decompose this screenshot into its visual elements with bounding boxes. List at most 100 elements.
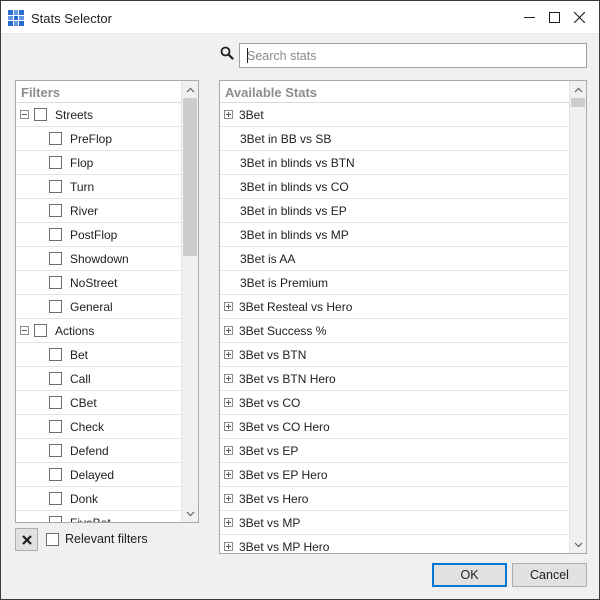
expand-icon[interactable] [224, 110, 233, 119]
filter-group-row[interactable]: Streets [16, 103, 182, 127]
filter-item-row[interactable]: Call [16, 367, 182, 391]
stat-row[interactable]: 3Bet vs BTN Hero [220, 367, 570, 391]
relevant-filters-checkbox[interactable] [46, 533, 59, 546]
maximize-button[interactable] [541, 1, 567, 34]
filter-item-row[interactable]: PostFlop [16, 223, 182, 247]
filter-checkbox[interactable] [49, 300, 62, 313]
expand-icon[interactable] [224, 326, 233, 335]
stat-row[interactable]: 3Bet vs EP Hero [220, 463, 570, 487]
expand-icon[interactable] [224, 302, 233, 311]
scroll-thumb[interactable] [183, 98, 197, 256]
filter-checkbox[interactable] [49, 132, 62, 145]
filter-group-label: Actions [55, 323, 95, 338]
scroll-up-arrow[interactable] [570, 81, 586, 98]
filter-item-row[interactable]: Check [16, 415, 182, 439]
stat-label: 3Bet Resteal vs Hero [239, 299, 353, 314]
stat-row[interactable]: 3Bet is AA [220, 247, 570, 271]
clear-filters-button[interactable] [15, 528, 38, 551]
grid-app-icon [8, 10, 24, 26]
filter-item-label: Delayed [70, 467, 115, 482]
stat-row[interactable]: 3Bet Success % [220, 319, 570, 343]
stat-row[interactable]: 3Bet in blinds vs BTN [220, 151, 570, 175]
available-stats-panel: Available Stats 3Bet 3Bet in BB vs SB 3Bet… [219, 80, 587, 554]
expand-icon[interactable] [224, 542, 233, 551]
close-button[interactable] [566, 1, 592, 34]
filter-checkbox[interactable] [34, 324, 47, 337]
ok-button[interactable]: OK [432, 563, 507, 587]
expand-icon[interactable] [224, 350, 233, 359]
filter-checkbox[interactable] [49, 396, 62, 409]
expand-icon[interactable] [224, 518, 233, 527]
filter-item-label: Check [70, 419, 105, 434]
filters-scrollbar[interactable] [181, 81, 198, 522]
filter-checkbox[interactable] [49, 492, 62, 505]
filter-checkbox[interactable] [49, 204, 62, 217]
filter-checkbox[interactable] [49, 516, 62, 522]
stat-row[interactable]: 3Bet vs MP [220, 511, 570, 535]
filter-checkbox[interactable] [49, 372, 62, 385]
stat-label: 3Bet is Premium [240, 275, 329, 290]
filter-checkbox[interactable] [49, 444, 62, 457]
stat-row[interactable]: 3Bet vs MP Hero [220, 535, 570, 553]
stat-row[interactable]: 3Bet vs BTN [220, 343, 570, 367]
stat-row[interactable]: 3Bet in BB vs SB [220, 127, 570, 151]
search-input[interactable] [239, 43, 587, 68]
scroll-down-arrow[interactable] [570, 536, 586, 553]
filter-item-row[interactable]: River [16, 199, 182, 223]
collapse-icon[interactable] [20, 110, 29, 119]
filters-panel: Filters Streets PreFlop Flop Turn River PostF… [15, 80, 199, 523]
cancel-button[interactable]: Cancel [512, 563, 587, 587]
filter-item-row[interactable]: FiveBet [16, 511, 182, 522]
scroll-thumb[interactable] [571, 98, 585, 107]
filter-checkbox[interactable] [49, 252, 62, 265]
expand-icon[interactable] [224, 470, 233, 479]
stat-row[interactable]: 3Bet in blinds vs CO [220, 175, 570, 199]
expand-icon[interactable] [224, 422, 233, 431]
stat-row[interactable]: 3Bet is Premium [220, 271, 570, 295]
stat-label: 3Bet Success % [239, 323, 327, 338]
filter-item-label: CBet [70, 395, 97, 410]
filter-item-row[interactable]: Flop [16, 151, 182, 175]
search-icon [220, 46, 234, 60]
filter-item-row[interactable]: Turn [16, 175, 182, 199]
scroll-down-arrow[interactable] [182, 505, 198, 522]
chevron-up-icon [186, 87, 195, 92]
filter-item-row[interactable]: PreFlop [16, 127, 182, 151]
expand-icon[interactable] [224, 398, 233, 407]
available-stats-list: 3Bet 3Bet in BB vs SB 3Bet in blinds vs BT… [220, 103, 570, 553]
filter-item-row[interactable]: NoStreet [16, 271, 182, 295]
expand-icon[interactable] [224, 446, 233, 455]
stat-label: 3Bet in blinds vs MP [240, 227, 349, 242]
expand-icon[interactable] [224, 494, 233, 503]
filter-checkbox[interactable] [34, 108, 47, 121]
stat-row[interactable]: 3Bet vs EP [220, 439, 570, 463]
filter-item-row[interactable]: Delayed [16, 463, 182, 487]
filter-item-row[interactable]: Donk [16, 487, 182, 511]
stat-row[interactable]: 3Bet Resteal vs Hero [220, 295, 570, 319]
stat-row[interactable]: 3Bet vs Hero [220, 487, 570, 511]
filter-checkbox[interactable] [49, 276, 62, 289]
stat-row[interactable]: 3Bet [220, 103, 570, 127]
filter-item-row[interactable]: CBet [16, 391, 182, 415]
filter-group-row[interactable]: Actions [16, 319, 182, 343]
expand-icon[interactable] [224, 374, 233, 383]
filter-item-row[interactable]: Bet [16, 343, 182, 367]
stat-row[interactable]: 3Bet vs CO Hero [220, 415, 570, 439]
filter-checkbox[interactable] [49, 420, 62, 433]
filter-checkbox[interactable] [49, 228, 62, 241]
filter-item-row[interactable]: General [16, 295, 182, 319]
stat-row[interactable]: 3Bet vs CO [220, 391, 570, 415]
minimize-button[interactable] [516, 1, 542, 34]
stat-row[interactable]: 3Bet in blinds vs EP [220, 199, 570, 223]
filter-checkbox[interactable] [49, 468, 62, 481]
filter-item-label: PreFlop [70, 131, 113, 146]
collapse-icon[interactable] [20, 326, 29, 335]
filter-checkbox[interactable] [49, 348, 62, 361]
filter-checkbox[interactable] [49, 156, 62, 169]
stat-row[interactable]: 3Bet in blinds vs MP [220, 223, 570, 247]
scroll-up-arrow[interactable] [182, 81, 198, 98]
stats-scrollbar[interactable] [569, 81, 586, 553]
filter-item-row[interactable]: Defend [16, 439, 182, 463]
filter-checkbox[interactable] [49, 180, 62, 193]
filter-item-row[interactable]: Showdown [16, 247, 182, 271]
